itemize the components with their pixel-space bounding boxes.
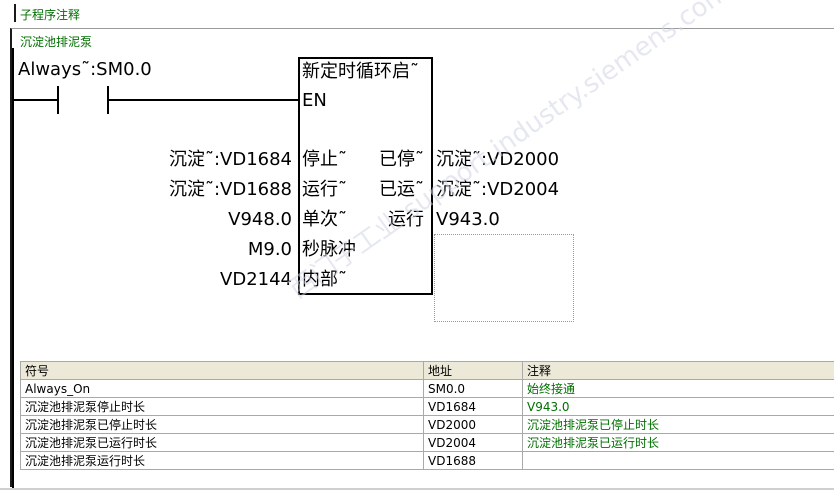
table-row[interactable]: 沉淀池排泥泵已运行时长 VD2004 沉淀池排泥泵已运行时长 [20, 433, 834, 452]
input-pin-1: 停止˜ [302, 149, 347, 170]
output-operand-3[interactable]: V943.0 [436, 210, 500, 230]
table-row[interactable]: 沉淀池排泥泵停止时长 VD1684 V943.0 [20, 397, 834, 416]
input-pin-2: 运行˜ [302, 179, 347, 200]
input-operand-5[interactable]: VD2144 [220, 270, 292, 290]
subroutine-comment: 子程序注释 [20, 8, 81, 22]
contact-label: Always˜:SM0.0 [18, 59, 152, 80]
cell-address[interactable]: VD2004 [423, 433, 523, 452]
input-pin-3: 单次˜ [302, 209, 347, 230]
cell-symbol[interactable]: 沉淀池排泥泵已停止时长 [20, 415, 424, 434]
table-row[interactable]: 沉淀池排泥泵已停止时长 VD2000 沉淀池排泥泵已停止时长 [20, 415, 834, 434]
header-comment[interactable]: 注释 [522, 361, 834, 380]
header-symbol[interactable]: 符号 [20, 361, 424, 380]
cell-address[interactable]: VD1684 [423, 397, 523, 416]
header-address[interactable]: 地址 [423, 361, 523, 380]
cell-comment[interactable]: 沉淀池排泥泵已运行时长 [522, 433, 834, 452]
cell-address[interactable]: VD1688 [423, 451, 523, 470]
block-title: 新定时循环启˜ [302, 61, 419, 82]
cell-address[interactable]: VD2000 [423, 415, 523, 434]
cell-comment[interactable]: 始终接通 [522, 379, 834, 398]
cell-symbol[interactable]: Always_On [20, 379, 424, 398]
bottom-border [0, 488, 834, 490]
network-comment: 沉淀池排泥泵 [20, 35, 93, 49]
cell-comment[interactable]: V943.0 [522, 397, 834, 416]
output-pin-1: 已停˜ [379, 149, 424, 170]
cell-symbol[interactable]: 沉淀池排泥泵停止时长 [20, 397, 424, 416]
cell-comment[interactable] [522, 451, 834, 470]
table-row[interactable]: 沉淀池排泥泵运行时长 VD1688 [20, 451, 834, 470]
symbol-table: 符号 地址 注释 Always_On SM0.0 始终接通 沉淀池排泥泵停止时长… [20, 361, 834, 470]
input-operand-1[interactable]: 沉淀˜:VD1684 [169, 150, 292, 170]
contact-bar-left[interactable] [57, 86, 59, 114]
wire-left [14, 99, 58, 101]
wire-to-block [108, 99, 300, 101]
empty-network-cell[interactable] [434, 234, 574, 322]
input-operand-2[interactable]: 沉淀˜:VD1688 [169, 180, 292, 200]
power-rail [12, 48, 14, 488]
input-operand-4[interactable]: M9.0 [248, 240, 292, 260]
table-row[interactable]: Always_On SM0.0 始终接通 [20, 379, 834, 398]
en-pin: EN [302, 90, 327, 111]
cell-address[interactable]: SM0.0 [423, 379, 523, 398]
cell-symbol[interactable]: 沉淀池排泥泵已运行时长 [20, 433, 424, 452]
input-operand-3[interactable]: V948.0 [228, 210, 292, 230]
cell-comment[interactable]: 沉淀池排泥泵已停止时长 [522, 415, 834, 434]
cell-symbol[interactable]: 沉淀池排泥泵运行时长 [20, 451, 424, 470]
